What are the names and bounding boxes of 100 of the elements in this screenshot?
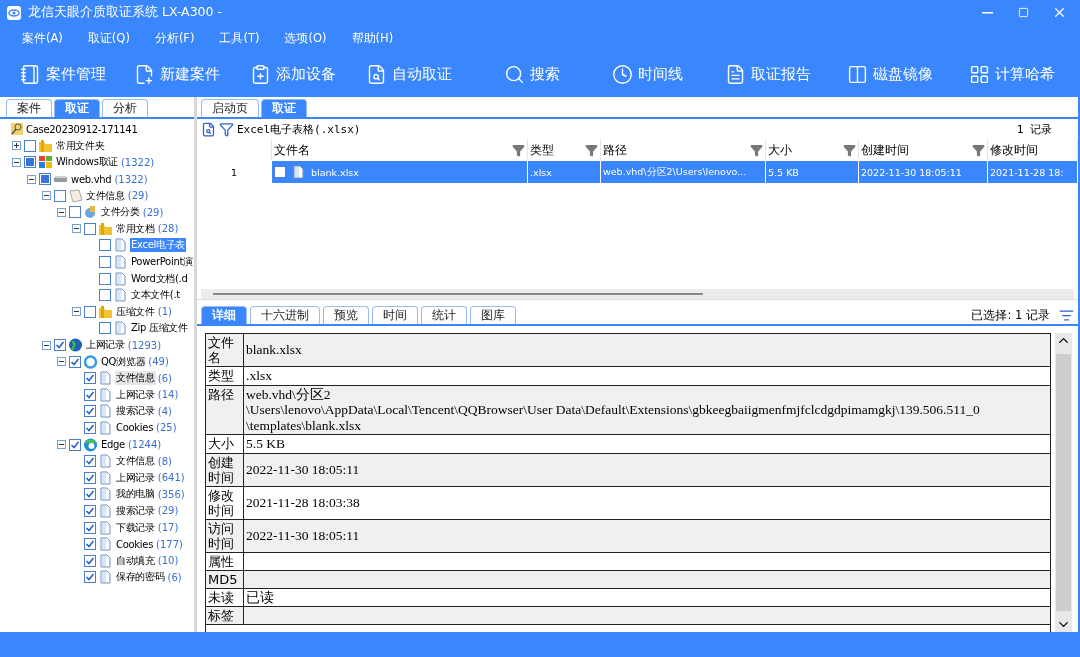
filter-icon[interactable] <box>750 143 763 157</box>
checkbox[interactable] <box>84 471 96 484</box>
tree-item[interactable]: 搜索记录 <box>115 404 156 419</box>
menu-item[interactable]: 工具(T) <box>211 30 268 46</box>
checkbox[interactable] <box>69 438 81 451</box>
filter-icon[interactable] <box>972 143 985 157</box>
tree-item[interactable]: 文件分类 <box>100 205 141 220</box>
tree-item[interactable]: 上网记录 <box>115 387 156 402</box>
expand-icon[interactable] <box>12 141 21 151</box>
tree-item[interactable]: Word文档(.d <box>130 271 189 286</box>
toolbar-button[interactable]: 时间线 <box>606 63 689 85</box>
tab[interactable]: 案件 <box>6 99 52 117</box>
checkbox[interactable] <box>274 166 286 178</box>
tree-item[interactable]: 文件信息 <box>85 188 126 203</box>
checkbox[interactable] <box>84 422 96 434</box>
checkbox[interactable] <box>84 488 96 501</box>
collapse-icon[interactable] <box>42 191 51 201</box>
filter-icon[interactable] <box>219 121 234 137</box>
checkbox[interactable] <box>54 339 66 351</box>
toolbar-button[interactable]: 取证报告 <box>719 63 817 85</box>
column-settings-icon[interactable] <box>1059 307 1074 323</box>
tab[interactable]: 分析 <box>102 99 148 117</box>
tree-item[interactable]: Cookies <box>115 538 155 550</box>
tree-item[interactable]: Windows取证 <box>55 155 119 170</box>
checkbox[interactable] <box>99 239 111 252</box>
filter-icon[interactable] <box>512 143 525 157</box>
tab[interactable]: 详细 <box>201 306 247 324</box>
scrollbar-thumb[interactable] <box>1056 354 1071 611</box>
tab[interactable]: 启动页 <box>201 99 259 117</box>
toolbar-button[interactable]: 计算哈希 <box>963 63 1061 85</box>
field-label: 大小 <box>206 435 244 454</box>
checkbox[interactable] <box>84 388 96 401</box>
checkbox[interactable] <box>24 139 36 152</box>
checkbox[interactable] <box>54 189 66 202</box>
collapse-icon[interactable] <box>42 340 51 350</box>
checkbox[interactable] <box>84 571 96 584</box>
tree-item[interactable]: Cookies <box>115 422 155 434</box>
tree-item[interactable]: 文件信息 <box>115 454 156 469</box>
toolbar-button[interactable]: 添加设备 <box>244 63 342 85</box>
checkbox[interactable] <box>84 554 96 567</box>
collapse-icon[interactable] <box>72 224 81 234</box>
tab[interactable]: 预览 <box>323 306 369 324</box>
collapse-icon[interactable] <box>57 440 66 450</box>
checkbox[interactable] <box>84 521 96 534</box>
tree-item[interactable]: 搜索记录 <box>115 503 156 518</box>
scrollbar-thumb[interactable] <box>213 293 703 295</box>
checkbox[interactable] <box>84 372 96 385</box>
collapse-icon[interactable] <box>57 207 66 217</box>
tree-item[interactable]: PowerPoint演 <box>130 255 194 270</box>
checkbox[interactable] <box>99 289 111 302</box>
checkbox[interactable] <box>84 222 96 235</box>
tree-item[interactable]: 压缩文件 <box>115 304 156 319</box>
tree-item[interactable]: 常用文档 <box>115 221 156 236</box>
tree-item[interactable]: 我的电脑 <box>115 487 156 502</box>
tab[interactable]: 统计 <box>421 306 467 324</box>
checkbox[interactable] <box>99 256 111 269</box>
collapse-icon[interactable] <box>12 158 21 167</box>
checkbox[interactable] <box>84 504 96 517</box>
checkbox[interactable] <box>84 455 96 468</box>
checkbox[interactable] <box>99 322 111 335</box>
tree-item[interactable]: 文本文件(.t <box>130 288 181 303</box>
tree-item[interactable]: Edge <box>100 439 126 451</box>
menu-item[interactable]: 帮助(H) <box>343 30 402 46</box>
menu-item[interactable]: 案件(A) <box>14 30 71 46</box>
collapse-icon[interactable] <box>57 357 66 367</box>
checkbox[interactable] <box>69 355 81 368</box>
tree-item[interactable]: 常用文件夹 <box>55 138 106 153</box>
filter-icon[interactable] <box>843 143 856 157</box>
tree-item[interactable]: web.vhd <box>70 173 113 185</box>
toolbar-button[interactable]: 磁盘镜像 <box>841 63 939 85</box>
tree-item[interactable]: Excel电子表 <box>130 238 187 253</box>
menu-item[interactable]: 取证(Q) <box>79 30 138 46</box>
checkbox[interactable] <box>84 405 96 418</box>
tree-item[interactable]: 下载记录 <box>115 520 156 535</box>
tab[interactable]: 时间 <box>372 306 418 324</box>
tab[interactable]: 取证 <box>261 99 307 117</box>
tree-item[interactable]: 文件信息 <box>115 371 156 386</box>
checkbox[interactable] <box>99 272 111 285</box>
filter-icon[interactable] <box>585 143 598 157</box>
tree-item[interactable]: QQ浏览器 <box>100 354 147 369</box>
menu-item[interactable]: 分析(F) <box>146 30 203 46</box>
checkbox[interactable] <box>69 206 81 219</box>
tree-item[interactable]: 上网记录 <box>85 338 126 352</box>
toolbar-button[interactable]: 新建案件 <box>128 63 226 85</box>
tab[interactable]: 图库 <box>470 306 516 324</box>
collapse-icon[interactable] <box>27 174 36 184</box>
tree-item[interactable]: 自动填充 <box>115 553 156 568</box>
checkbox[interactable] <box>84 538 96 551</box>
toolbar-button[interactable]: 自动取证 <box>360 63 458 85</box>
toolbar-button[interactable]: 搜索 <box>498 63 566 85</box>
checkbox[interactable] <box>84 305 96 318</box>
tree-item[interactable]: Case20230912-171141 <box>25 123 139 135</box>
tab[interactable]: 十六进制 <box>250 306 320 324</box>
tree-item[interactable]: Zip 压缩文件 <box>130 321 189 336</box>
tree-item[interactable]: 上网记录 <box>115 470 156 485</box>
tab[interactable]: 取证 <box>54 99 100 117</box>
collapse-icon[interactable] <box>72 307 81 317</box>
menu-item[interactable]: 选项(O) <box>276 30 335 46</box>
tree-item[interactable]: 保存的密码 <box>115 570 166 585</box>
toolbar-button[interactable]: 案件管理 <box>14 63 112 85</box>
